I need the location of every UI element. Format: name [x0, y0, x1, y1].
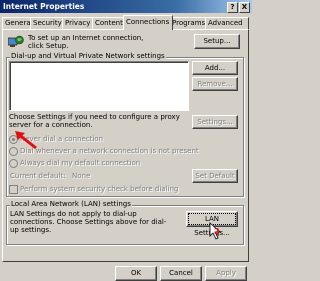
add-button[interactable]: Add... — [192, 61, 238, 75]
annotation-cursor-icon — [208, 222, 234, 242]
current-default-value: None — [72, 172, 91, 180]
ok-button[interactable]: OK — [115, 266, 157, 281]
title-bar: Internet Properties ? X — [0, 0, 252, 13]
security-check-label: Perform system security check before dia… — [20, 185, 179, 193]
tab-general[interactable]: General — [2, 17, 33, 29]
window-title: Internet Properties — [3, 2, 85, 11]
network-globe-icon — [7, 35, 24, 49]
security-check-checkbox[interactable] — [9, 185, 18, 194]
connection-list[interactable] — [9, 61, 189, 111]
always-dial-label: Always dial my default connection — [20, 159, 141, 167]
tab-content[interactable]: Content — [92, 17, 126, 29]
lan-legend: Local Area Network (LAN) settings — [10, 200, 132, 208]
current-default-label: Current default: — [10, 172, 66, 180]
tab-advanced[interactable]: Advanced — [205, 17, 249, 29]
tab-privacy[interactable]: Privacy — [62, 17, 94, 29]
cancel-button[interactable]: Cancel — [160, 266, 202, 281]
dial-when-no-network-label: Dial whenever a network connection is no… — [20, 147, 199, 155]
remove-button[interactable]: Remove... — [192, 77, 238, 91]
help-button[interactable]: ? — [227, 2, 238, 13]
tab-programs[interactable]: Programs — [169, 17, 209, 29]
tab-connections[interactable]: Connections — [123, 15, 173, 30]
close-button[interactable]: X — [239, 2, 250, 13]
setup-text: To set up an Internet connection, click … — [28, 34, 144, 50]
dialup-settings-button[interactable]: Settings... — [192, 115, 238, 129]
apply-button[interactable]: Apply — [205, 266, 247, 281]
set-default-button[interactable]: Set Default — [192, 169, 238, 183]
setup-button[interactable]: Setup... — [194, 34, 240, 49]
proxy-text: Choose Settings if you need to configure… — [9, 113, 180, 129]
annotation-arrow-icon — [12, 128, 40, 152]
tab-security[interactable]: Security — [30, 17, 64, 29]
lan-text: LAN Settings do not apply to dial-up con… — [10, 210, 167, 234]
radio-always-dial[interactable] — [9, 159, 18, 168]
annotation-step-number: 2 — [214, 227, 220, 236]
dialup-legend: Dial-up and Virtual Private Network sett… — [10, 52, 166, 60]
